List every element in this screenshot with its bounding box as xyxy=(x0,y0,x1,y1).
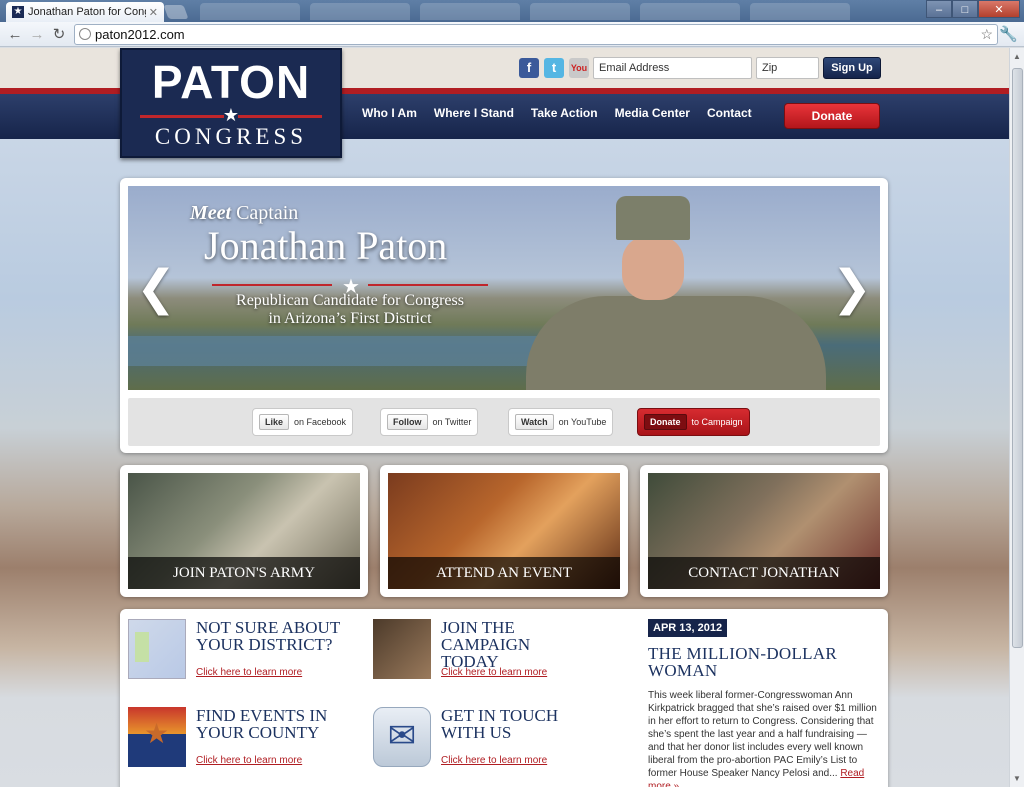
background-tab[interactable] xyxy=(640,3,740,20)
facebook-like-button[interactable]: Like on Facebook xyxy=(252,408,354,436)
youtube-watch-button[interactable]: Watch on YouTube xyxy=(508,408,614,436)
maximize-icon[interactable]: □ xyxy=(952,0,978,18)
wrench-icon[interactable]: 🔧 xyxy=(999,25,1018,43)
back-arrow-icon[interactable]: ← xyxy=(6,26,24,44)
arizona-flag-icon[interactable] xyxy=(128,707,186,767)
reload-icon[interactable]: ↻ xyxy=(50,26,68,44)
nav-contact[interactable]: Contact xyxy=(707,106,752,120)
campaign-sign-icon[interactable] xyxy=(373,619,431,679)
star-icon: ★ xyxy=(222,105,240,125)
tab-title: Jonathan Paton for Congress xyxy=(28,6,146,18)
card-photo: JOIN PATON'S ARMY xyxy=(128,473,360,589)
hero-image[interactable]: Meet Captain Jonathan Paton ★ Republican… xyxy=(128,186,880,390)
nav-who-i-am[interactable]: Who I Am xyxy=(362,106,417,120)
card-caption: JOIN PATON'S ARMY xyxy=(128,557,360,589)
browser-toolbar: ← → ↻ paton2012.com ☆ 🔧 xyxy=(0,22,1024,47)
card-photo: CONTACT JONATHAN xyxy=(648,473,880,589)
feature-title: NOT SURE ABOUT YOUR DISTRICT? xyxy=(196,618,340,654)
slider-prev-arrow-icon[interactable]: ❮ xyxy=(136,260,176,316)
forward-arrow-icon[interactable]: → xyxy=(28,26,46,44)
hero-subtitle: Republican Candidate for Congress in Ari… xyxy=(236,292,464,327)
facebook-icon[interactable]: f xyxy=(519,58,539,78)
donate-button[interactable]: Donate xyxy=(784,103,880,129)
logo-name: PATON xyxy=(151,56,311,108)
hero-divider: ★ xyxy=(212,276,492,298)
social-action-bar: Like on Facebook Follow on Twitter Watch… xyxy=(128,398,880,446)
background-tab[interactable] xyxy=(420,3,520,20)
tab-close-icon[interactable]: ✕ xyxy=(149,6,158,19)
browser-tab-bar: ★ Jonathan Paton for Congress ✕ – □ ✕ xyxy=(0,0,1024,22)
globe-icon xyxy=(79,28,91,40)
donate-campaign-button[interactable]: Donate to Campaign xyxy=(637,408,750,436)
arizona-map-icon[interactable] xyxy=(128,619,186,679)
main-nav: Who I Am Where I Stand Take Action Media… xyxy=(362,106,752,120)
background-tab[interactable] xyxy=(200,3,300,20)
scrollbar-thumb[interactable] xyxy=(1012,68,1023,648)
feature-link[interactable]: Click here to learn more xyxy=(196,667,302,678)
card-caption: CONTACT JONATHAN xyxy=(648,557,880,589)
card-attend-event[interactable]: ATTEND AN EVENT xyxy=(380,465,628,597)
favicon-star-icon: ★ xyxy=(12,6,24,18)
window-controls: – □ ✕ xyxy=(926,0,1020,18)
minimize-icon[interactable]: – xyxy=(926,0,952,18)
card-join-army[interactable]: JOIN PATON'S ARMY xyxy=(120,465,368,597)
page-viewport: PATON ★ CONGRESS f t You Email Address Z… xyxy=(0,48,1009,787)
bookmark-star-icon[interactable]: ☆ xyxy=(980,25,993,44)
info-panel: NOT SURE ABOUT YOUR DISTRICT? Click here… xyxy=(120,609,888,787)
news-title[interactable]: THE MILLION-DOLLAR WOMAN xyxy=(648,645,878,679)
scroll-up-arrow-icon[interactable]: ▲ xyxy=(1013,52,1021,61)
thumbs-up-icon: Like xyxy=(259,414,290,430)
nav-take-action[interactable]: Take Action xyxy=(531,106,598,120)
hero-slider: Meet Captain Jonathan Paton ★ Republican… xyxy=(120,178,888,453)
card-photo: ATTEND AN EVENT xyxy=(388,473,620,589)
close-window-icon[interactable]: ✕ xyxy=(978,0,1020,18)
zip-field[interactable]: Zip xyxy=(756,57,819,79)
card-caption: ATTEND AN EVENT xyxy=(388,557,620,589)
twitter-bird-icon: Follow xyxy=(387,414,428,430)
twitter-icon[interactable]: t xyxy=(544,58,564,78)
background-tab[interactable] xyxy=(750,3,850,20)
url-text: paton2012.com xyxy=(95,27,185,42)
nav-media-center[interactable]: Media Center xyxy=(615,106,690,120)
site-logo[interactable]: PATON ★ CONGRESS xyxy=(120,48,342,158)
logo-subtitle: CONGRESS xyxy=(154,124,308,149)
feature-link[interactable]: Click here to learn more xyxy=(441,755,547,766)
signup-button[interactable]: Sign Up xyxy=(823,57,881,79)
play-icon: Watch xyxy=(515,414,554,430)
youtube-icon[interactable]: You xyxy=(569,58,589,78)
card-contact[interactable]: CONTACT JONATHAN xyxy=(640,465,888,597)
feature-title: GET IN TOUCH WITH US xyxy=(441,706,559,742)
scroll-down-arrow-icon[interactable]: ▼ xyxy=(1013,774,1021,783)
hero-name: Jonathan Paton xyxy=(204,223,448,268)
soldier-photo xyxy=(526,196,826,390)
news-date-badge: APR 13, 2012 xyxy=(648,619,728,637)
email-field[interactable]: Email Address xyxy=(593,57,752,79)
background-tab[interactable] xyxy=(310,3,410,20)
new-tab-button[interactable] xyxy=(163,5,189,19)
address-bar[interactable]: paton2012.com ☆ xyxy=(74,24,998,45)
feature-link[interactable]: Click here to learn more xyxy=(196,755,302,766)
envelope-icon[interactable]: ✉ xyxy=(373,707,431,767)
feature-title: FIND EVENTS IN YOUR COUNTY xyxy=(196,706,328,742)
slider-next-arrow-icon[interactable]: ❯ xyxy=(832,260,872,316)
feature-link[interactable]: Click here to learn more xyxy=(441,667,547,678)
background-tab[interactable] xyxy=(530,3,630,20)
page-scrollbar[interactable]: ▲ ▼ xyxy=(1009,48,1024,787)
nav-where-i-stand[interactable]: Where I Stand xyxy=(434,106,514,120)
feature-title: JOIN THE CAMPAIGN TODAY xyxy=(441,618,531,671)
twitter-follow-button[interactable]: Follow on Twitter xyxy=(380,408,479,436)
browser-tab[interactable]: ★ Jonathan Paton for Congress ✕ xyxy=(6,2,164,22)
news-body: This week liberal former-Congresswoman A… xyxy=(648,689,878,787)
logo-divider: ★ xyxy=(140,105,322,125)
